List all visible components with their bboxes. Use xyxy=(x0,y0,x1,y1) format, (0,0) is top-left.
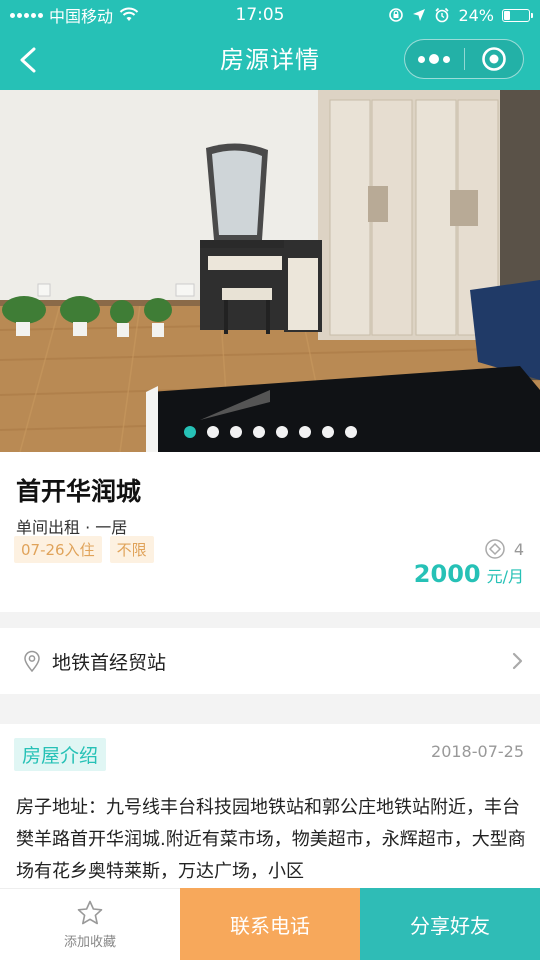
location-row[interactable]: 地铁首经贸站 xyxy=(0,628,540,694)
bottom-action-bar: 添加收藏 联系电话 分享好友 xyxy=(0,888,540,960)
publish-date: 2018-07-25 xyxy=(431,742,524,761)
rotation-lock-icon xyxy=(389,8,404,22)
chevron-right-icon xyxy=(512,652,523,670)
restriction-tag: 不限 xyxy=(109,536,154,563)
map-pin-icon xyxy=(24,650,40,672)
rent-price: 2000 元/月 xyxy=(414,560,524,588)
add-favorite-label: 添加收藏 xyxy=(63,935,116,950)
listing-info-card: 首开华润城 单间出租 · 一居 07-26入住 不限 4 2000 元/月 xyxy=(0,452,540,612)
room-photo xyxy=(0,90,540,452)
price-value: 2000 xyxy=(413,560,481,588)
carousel-dot[interactable] xyxy=(229,426,242,438)
room-photo-carousel[interactable] xyxy=(0,90,540,452)
battery-icon xyxy=(502,8,533,22)
carousel-dot[interactable] xyxy=(298,426,311,438)
status-left: 中国移动 xyxy=(10,3,210,27)
target-circle-icon xyxy=(481,47,506,71)
carousel-indicator xyxy=(0,426,540,438)
intro-heading: 房屋介绍 xyxy=(14,738,107,771)
share-friends-button[interactable]: 分享好友 xyxy=(360,888,540,960)
carousel-dot[interactable] xyxy=(321,426,334,438)
location-icon xyxy=(413,9,426,21)
add-favorite-button[interactable]: 添加收藏 xyxy=(0,888,180,960)
carousel-dot[interactable] xyxy=(275,426,288,438)
view-count-value: 4 xyxy=(513,539,524,559)
more-dots-icon xyxy=(418,55,426,63)
navigation-bar: 房源详情 xyxy=(0,30,540,90)
eye-icon xyxy=(485,539,505,559)
move-in-date-tag: 07-26入住 xyxy=(14,536,102,563)
status-bar: 中国移动 17:05 24% xyxy=(0,0,540,30)
intro-description: 房子地址：九号线丰台科技园地铁站和郭公庄地铁站附近，丰台樊羊路首开华润城.附近有… xyxy=(16,797,526,882)
carousel-dot[interactable] xyxy=(344,426,357,438)
price-unit: 元/月 xyxy=(486,567,524,586)
carrier-label: 中国移动 xyxy=(49,7,114,26)
close-miniprogram-button[interactable] xyxy=(465,40,524,78)
battery-level xyxy=(504,10,510,20)
listing-name: 首开华润城 xyxy=(16,477,142,506)
status-time: 17:05 xyxy=(235,5,285,25)
listing-type: 单间出租 · 一居 xyxy=(16,518,128,537)
view-count: 4 xyxy=(484,538,524,560)
miniprogram-capsule xyxy=(404,39,524,79)
alarm-icon xyxy=(435,7,450,23)
status-right: 24% xyxy=(330,5,533,25)
contact-phone-button[interactable]: 联系电话 xyxy=(180,888,360,960)
location-text: 地铁首经贸站 xyxy=(52,651,167,674)
battery-percent: 24% xyxy=(458,5,494,25)
carousel-dot[interactable] xyxy=(206,426,219,438)
listing-tags: 07-26入住 不限 xyxy=(14,536,154,563)
wifi-icon xyxy=(119,7,139,21)
signal-icon xyxy=(10,12,43,18)
more-button[interactable] xyxy=(405,40,464,78)
carousel-dot[interactable] xyxy=(252,426,265,438)
carousel-dot[interactable] xyxy=(183,426,196,438)
app-screen: 中国移动 17:05 24% 房源详情 首开华润城 单间出租 · 一居 07-2… xyxy=(0,0,540,960)
star-icon xyxy=(77,900,103,925)
